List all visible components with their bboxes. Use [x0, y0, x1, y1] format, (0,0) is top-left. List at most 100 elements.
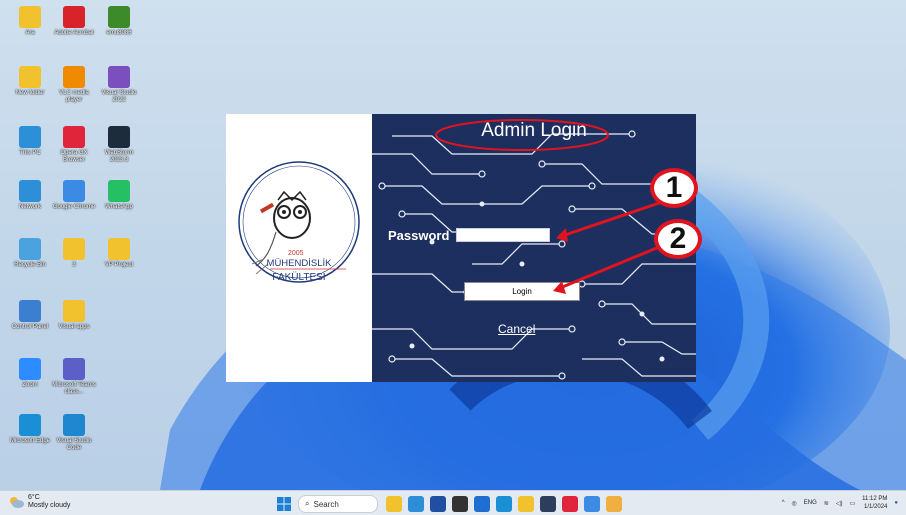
desktop-icon[interactable]: New folder [8, 66, 52, 97]
folder-icon [63, 300, 85, 322]
circuit-background [372, 130, 696, 380]
desktop-icon-label: VLC media player [59, 90, 89, 103]
logo-line1: MÜHENDİSLİK [267, 258, 333, 269]
admin-login-window: 2005 MÜHENDİSLİK FAKÜLTESİ Admin Login P… [226, 114, 696, 382]
opera-gx-icon [63, 126, 85, 148]
desktop-icon-label: Zoom [22, 382, 38, 388]
wifi-icon[interactable]: ≋ [824, 500, 829, 507]
desktop-icon-label: Microsoft Edge [9, 438, 51, 444]
chrome-icon [63, 180, 85, 202]
windows-start-icon[interactable] [276, 496, 292, 512]
weather-temp: 6°C [28, 494, 40, 501]
desktop-icon[interactable]: Visual Studio Code [52, 414, 96, 452]
clock[interactable]: 11:12 PM 1/1/2024 [862, 495, 887, 511]
store-icon[interactable] [430, 496, 446, 512]
login-form-pane: Admin Login Password Login Cancel [372, 114, 696, 382]
taskbar: 6°C Mostly cloudy ⌕ Search ^ ◎ ENG ≋ ◁) ▭ … [0, 490, 906, 515]
desktop-icon-label: Recycle Bin [14, 262, 46, 268]
desktop-icon-label: This PC [19, 150, 41, 156]
desktop-icon-label: Visual Studio 2022 [101, 90, 137, 103]
desktop-icon-label: VP Project [104, 262, 134, 268]
desktop-icon[interactable]: Zoom [8, 358, 52, 389]
desktop-icon-label: Visual apps [58, 324, 90, 330]
password-input[interactable] [456, 228, 550, 242]
folder-icon [63, 238, 85, 260]
desktop-icon[interactable]: Google Chrome [52, 180, 96, 211]
chrome-icon[interactable] [584, 496, 600, 512]
faculty-logo: 2005 MÜHENDİSLİK FAKÜLTESİ [238, 161, 360, 283]
vlc-icon [63, 66, 85, 88]
desktop-icon[interactable]: Network [8, 180, 52, 211]
desktop: Ara Adobe Acrobat emu8086 New folder VLC med… [0, 0, 906, 515]
desktop-icon[interactable]: Microsoft Edge [8, 414, 52, 445]
visual-studio-icon [108, 66, 130, 88]
system-tray: ^ ◎ ENG ≋ ◁) ▭ 11:12 PM 1/1/2024 ● [775, 495, 898, 511]
battery-icon[interactable]: ▭ [849, 500, 855, 507]
notification-bell-icon[interactable]: ● [894, 500, 898, 506]
desktop-icon[interactable]: Visual Studio 2022 [97, 66, 141, 104]
desktop-icon[interactable]: WhatsApp [97, 180, 141, 211]
webstorm-icon [108, 126, 130, 148]
language-indicator[interactable]: ENG [804, 500, 817, 506]
search-label: Search [313, 499, 339, 509]
annotation-badge-2: 2 [654, 219, 702, 259]
desktop-icon-label: Adobe Acrobat [54, 30, 94, 36]
vscode-icon [63, 414, 85, 436]
user-folder-icon [19, 6, 41, 28]
desktop-icon[interactable]: Adobe Acrobat [52, 6, 96, 37]
notes-icon[interactable] [606, 496, 622, 512]
desktop-icon-label: 3 [72, 262, 76, 268]
dark-app-icon[interactable] [452, 496, 468, 512]
cloud-icon [10, 497, 24, 508]
opera-gx-icon[interactable] [562, 496, 578, 512]
clock-date: 1/1/2024 [864, 504, 888, 510]
desktop-icon-label: Control Panel [11, 324, 49, 330]
weather-desc: Mostly cloudy [28, 502, 71, 509]
network-icon [19, 180, 41, 202]
desktop-icon[interactable]: Control Panel [8, 300, 52, 331]
widgets-icon[interactable] [408, 496, 424, 512]
edge-icon [19, 414, 41, 436]
tray-app-icon[interactable]: ◎ [792, 500, 797, 507]
search-icon: ⌕ [305, 499, 310, 508]
acrobat-icon [63, 6, 85, 28]
logo-pane: 2005 MÜHENDİSLİK FAKÜLTESİ [226, 114, 372, 382]
desktop-icon-label: WhatsApp [105, 204, 133, 210]
desktop-icon[interactable]: This PC [8, 126, 52, 157]
taskbar-search[interactable]: ⌕ Search [298, 495, 378, 513]
clock-time: 11:12 PM [862, 496, 888, 502]
desktop-icon[interactable]: Visual apps [52, 300, 96, 331]
zoom-icon [19, 358, 41, 380]
teams-icon [63, 358, 85, 380]
dialog-title: Admin Login [481, 120, 587, 141]
desktop-icon-label: Visual Studio Code [56, 438, 92, 451]
recycle-bin-icon [19, 238, 41, 260]
desktop-icon[interactable]: VLC media player [52, 66, 96, 104]
desktop-icon[interactable]: Recycle Bin [8, 238, 52, 269]
desktop-icon-label: Google Chrome [52, 204, 96, 210]
desktop-icon-label: WebStorm 2023.3 [104, 150, 134, 163]
file-explorer-icon[interactable] [386, 496, 402, 512]
edge-icon[interactable] [496, 496, 512, 512]
control-panel-icon [19, 300, 41, 322]
cancel-link[interactable]: Cancel [498, 322, 535, 336]
volume-icon[interactable]: ◁) [836, 500, 843, 507]
desktop-icon[interactable]: VP Project [97, 238, 141, 269]
emu8086-icon [108, 6, 130, 28]
desktop-icon[interactable]: Ara [8, 6, 52, 37]
weather-widget[interactable]: 6°C Mostly cloudy [8, 494, 70, 510]
chat-icon[interactable] [474, 496, 490, 512]
desktop-icon[interactable]: 3 [52, 238, 96, 269]
login-button[interactable]: Login [464, 282, 580, 301]
desktop-icon[interactable]: Microsoft Teams class... [52, 358, 96, 396]
password-label: Password [388, 228, 450, 243]
folder-icon[interactable] [518, 496, 534, 512]
logo-year: 2005 [288, 250, 304, 257]
desktop-icon[interactable]: emu8086 [97, 6, 141, 37]
chevron-up-icon[interactable]: ^ [782, 500, 785, 506]
desktop-icon-label: New folder [15, 90, 45, 96]
desktop-icon[interactable]: WebStorm 2023.3 [97, 126, 141, 164]
desktop-icon[interactable]: Opera GX Browser [52, 126, 96, 164]
calculator-icon[interactable] [540, 496, 556, 512]
desktop-icon-label: Microsoft Teams class... [52, 382, 96, 395]
